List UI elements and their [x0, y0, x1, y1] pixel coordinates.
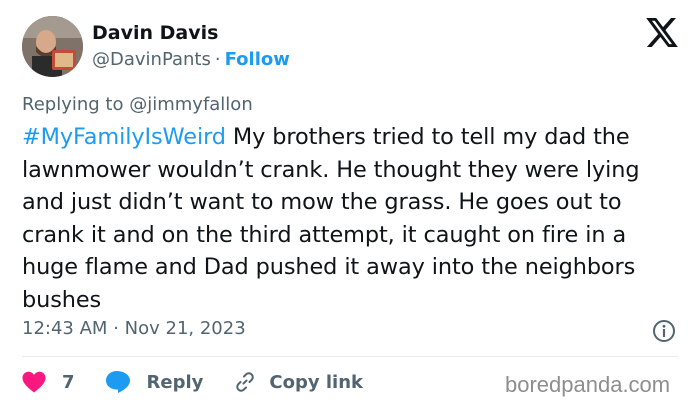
author-handle[interactable]: @DavinPants [92, 49, 211, 70]
reply-button[interactable]: Reply [105, 370, 204, 394]
follow-button[interactable]: Follow [225, 49, 290, 70]
tweet-actions: 7 Reply Copy link [22, 367, 363, 397]
replying-to: Replying to @jimmyfallon [22, 94, 253, 115]
tweet-timestamp[interactable]: 12:43 AM · Nov 21, 2023 [22, 318, 246, 339]
like-button[interactable]: 7 [22, 371, 75, 393]
handle-separator: · [214, 49, 221, 70]
replying-prefix: Replying to [22, 94, 124, 115]
heart-icon [22, 371, 46, 393]
watermark: boredpanda.com [505, 372, 671, 397]
link-icon [236, 372, 255, 392]
hashtag-link[interactable]: #MyFamilyIsWeird [22, 124, 226, 150]
tweet-time: 12:43 AM [22, 318, 108, 339]
tweet-text: #MyFamilyIsWeird My brothers tried to te… [22, 121, 682, 316]
avatar-photo [22, 16, 83, 77]
copy-link-label: Copy link [269, 371, 363, 393]
x-logo-icon[interactable] [646, 18, 678, 47]
tweet-body: My brothers tried to tell my dad the law… [22, 124, 640, 313]
tweet-date: Nov 21, 2023 [124, 318, 246, 339]
copy-link-button[interactable]: Copy link [233, 370, 363, 394]
reply-bubble-icon [105, 371, 130, 393]
info-icon[interactable] [652, 319, 676, 343]
author-name[interactable]: Davin Davis [92, 22, 218, 44]
replying-target[interactable]: @jimmyfallon [129, 94, 253, 115]
author-handle-row: @DavinPants · Follow [92, 49, 290, 70]
avatar[interactable] [22, 16, 83, 77]
divider [22, 356, 678, 357]
timestamp-separator: · [113, 318, 119, 339]
reply-label: Reply [146, 371, 204, 393]
like-count: 7 [62, 371, 75, 393]
